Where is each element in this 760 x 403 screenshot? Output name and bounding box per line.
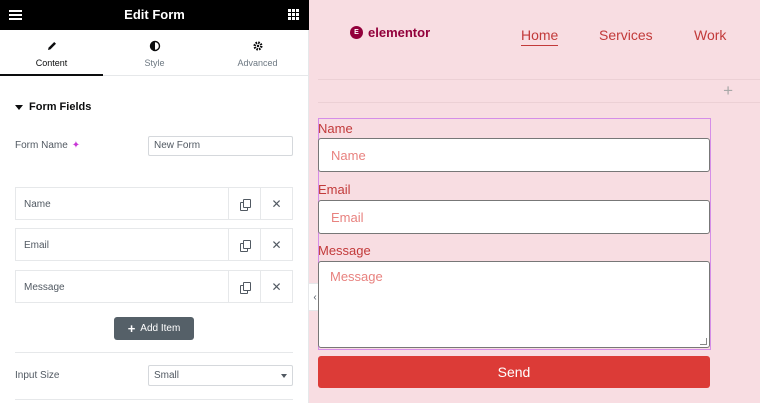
close-icon: ✕ — [271, 279, 282, 294]
remove-button[interactable]: ✕ — [260, 271, 292, 302]
nav-link-home[interactable]: Home — [521, 27, 559, 46]
preview-canvas: E elementor Home Services Work + Name Na… — [310, 0, 760, 403]
half-circle-icon — [103, 40, 206, 54]
editor-topbar: Edit Form — [0, 0, 309, 30]
repeater-item-email[interactable]: Email ✕ — [15, 228, 293, 261]
repeater-item-title[interactable]: Name — [16, 188, 228, 219]
add-item-label: Add Item — [140, 323, 181, 334]
pencil-icon — [0, 40, 103, 54]
divider — [15, 399, 293, 400]
section-title: Form Fields — [29, 101, 92, 113]
logo-text: elementor — [368, 25, 431, 40]
resize-handle-icon[interactable] — [700, 338, 707, 345]
form-name-label: Form Name ✦ — [15, 140, 80, 151]
email-field-label: Email — [318, 182, 351, 197]
tab-content-label: Content — [35, 58, 68, 68]
repeater-item-title[interactable]: Message — [16, 271, 228, 302]
nav-link-work[interactable]: Work — [694, 27, 726, 43]
input-size-select[interactable]: Small — [148, 365, 293, 386]
close-icon: ✕ — [271, 196, 282, 211]
widgets-grid-icon[interactable] — [288, 9, 299, 20]
add-section-plus-icon[interactable]: + — [723, 81, 733, 101]
tab-style[interactable]: Style — [103, 30, 206, 75]
message-textarea[interactable]: Message — [318, 261, 710, 348]
tab-advanced-label: Advanced — [237, 58, 278, 68]
remove-button[interactable]: ✕ — [260, 188, 292, 219]
copy-icon — [240, 281, 251, 294]
duplicate-button[interactable] — [228, 271, 260, 302]
copy-icon — [240, 198, 251, 211]
duplicate-button[interactable] — [228, 229, 260, 260]
form-fields-section-toggle[interactable]: Form Fields — [15, 101, 91, 113]
copy-icon — [240, 239, 251, 252]
repeater-item-title[interactable]: Email — [16, 229, 228, 260]
close-icon: ✕ — [271, 237, 282, 252]
name-field-label: Name — [318, 121, 353, 136]
form-name-input[interactable]: New Form — [148, 136, 293, 156]
repeater-item-name[interactable]: Name ✕ — [15, 187, 293, 220]
elementor-logo-icon: E — [350, 26, 363, 39]
chevron-down-icon — [281, 374, 287, 378]
form-name-label-text: Form Name — [15, 140, 68, 151]
nav-link-services[interactable]: Services — [599, 27, 653, 43]
divider — [15, 352, 293, 353]
add-item-button[interactable]: + Add Item — [114, 317, 194, 340]
send-button[interactable]: Send — [318, 356, 710, 388]
add-section-bar: + — [318, 79, 760, 103]
input-size-label: Input Size — [15, 370, 60, 381]
message-field-label: Message — [318, 243, 371, 258]
tab-content[interactable]: Content — [0, 30, 103, 76]
remove-button[interactable]: ✕ — [260, 229, 292, 260]
tab-style-label: Style — [144, 58, 165, 68]
email-input[interactable]: Email — [318, 200, 710, 234]
ai-sparkle-icon[interactable]: ✦ — [72, 140, 80, 151]
gear-icon — [206, 40, 309, 54]
duplicate-button[interactable] — [228, 188, 260, 219]
message-placeholder: Message — [330, 269, 383, 284]
caret-down-icon — [15, 104, 23, 110]
name-input[interactable]: Name — [318, 138, 710, 172]
repeater-item-message[interactable]: Message ✕ — [15, 270, 293, 303]
plus-icon: + — [127, 320, 136, 336]
panel-title: Edit Form — [124, 7, 185, 22]
editor-tabs: Content Style Advanced — [0, 30, 309, 76]
editor-panel: Edit Form Content Style Advanced Form Fi… — [0, 0, 309, 403]
site-logo[interactable]: E elementor — [350, 25, 430, 40]
tab-advanced[interactable]: Advanced — [206, 30, 309, 75]
input-size-value: Small — [154, 370, 180, 381]
